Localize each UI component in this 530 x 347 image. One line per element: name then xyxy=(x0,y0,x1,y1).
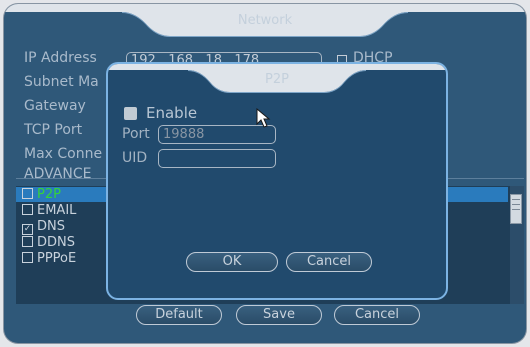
p2p-dialog-title: P2P xyxy=(265,72,289,87)
scrollbar-thumb[interactable] xyxy=(510,194,522,224)
network-title: Network xyxy=(237,13,293,28)
list-item-dns[interactable]: ✓ DNS xyxy=(22,219,65,235)
dns-label: DNS xyxy=(37,219,65,234)
ok-button[interactable]: OK xyxy=(186,252,278,272)
save-button[interactable]: Save xyxy=(236,305,322,325)
ddns-label: DDNS xyxy=(37,235,75,250)
ddns-checkbox[interactable] xyxy=(22,236,33,247)
advanced-label: ADVANCE xyxy=(24,166,92,182)
list-item-pppoe[interactable]: PPPoE xyxy=(22,251,76,266)
mouse-pointer-icon xyxy=(256,108,271,128)
p2p-titlebar: P2P xyxy=(108,64,446,94)
enable-checkbox[interactable] xyxy=(124,107,137,120)
cancel-button[interactable]: Cancel xyxy=(334,305,420,325)
pppoe-label: PPPoE xyxy=(37,251,77,266)
p2p-checkbox[interactable] xyxy=(22,188,33,199)
tcp-port-label: TCP Port xyxy=(24,122,83,138)
p2p-dialog: P2P Enable Port 19888 UID OK Cancel xyxy=(106,62,448,300)
email-label: EMAIL xyxy=(37,203,77,218)
default-button[interactable]: Default xyxy=(136,305,222,325)
port-label: Port xyxy=(122,126,150,142)
pppoe-checkbox[interactable] xyxy=(22,252,33,263)
network-titlebar: Network xyxy=(4,4,526,38)
p2p-label: P2P xyxy=(37,187,61,202)
gateway-label: Gateway xyxy=(24,98,86,114)
enable-label: Enable xyxy=(146,104,198,122)
list-item-p2p[interactable]: P2P xyxy=(22,187,61,202)
ip-address-label: IP Address xyxy=(24,50,97,66)
list-item-email[interactable]: EMAIL xyxy=(22,203,76,218)
uid-label: UID xyxy=(122,150,148,166)
uid-input[interactable] xyxy=(158,149,276,168)
max-connection-label: Max Conne xyxy=(24,146,103,162)
dialog-cancel-button[interactable]: Cancel xyxy=(286,252,372,272)
subnet-mask-label: Subnet Ma xyxy=(24,74,99,90)
dns-checkbox[interactable]: ✓ xyxy=(22,224,33,235)
list-item-ddns[interactable]: DDNS xyxy=(22,235,75,250)
list-scrollbar[interactable] xyxy=(510,186,524,304)
email-checkbox[interactable] xyxy=(22,204,33,215)
